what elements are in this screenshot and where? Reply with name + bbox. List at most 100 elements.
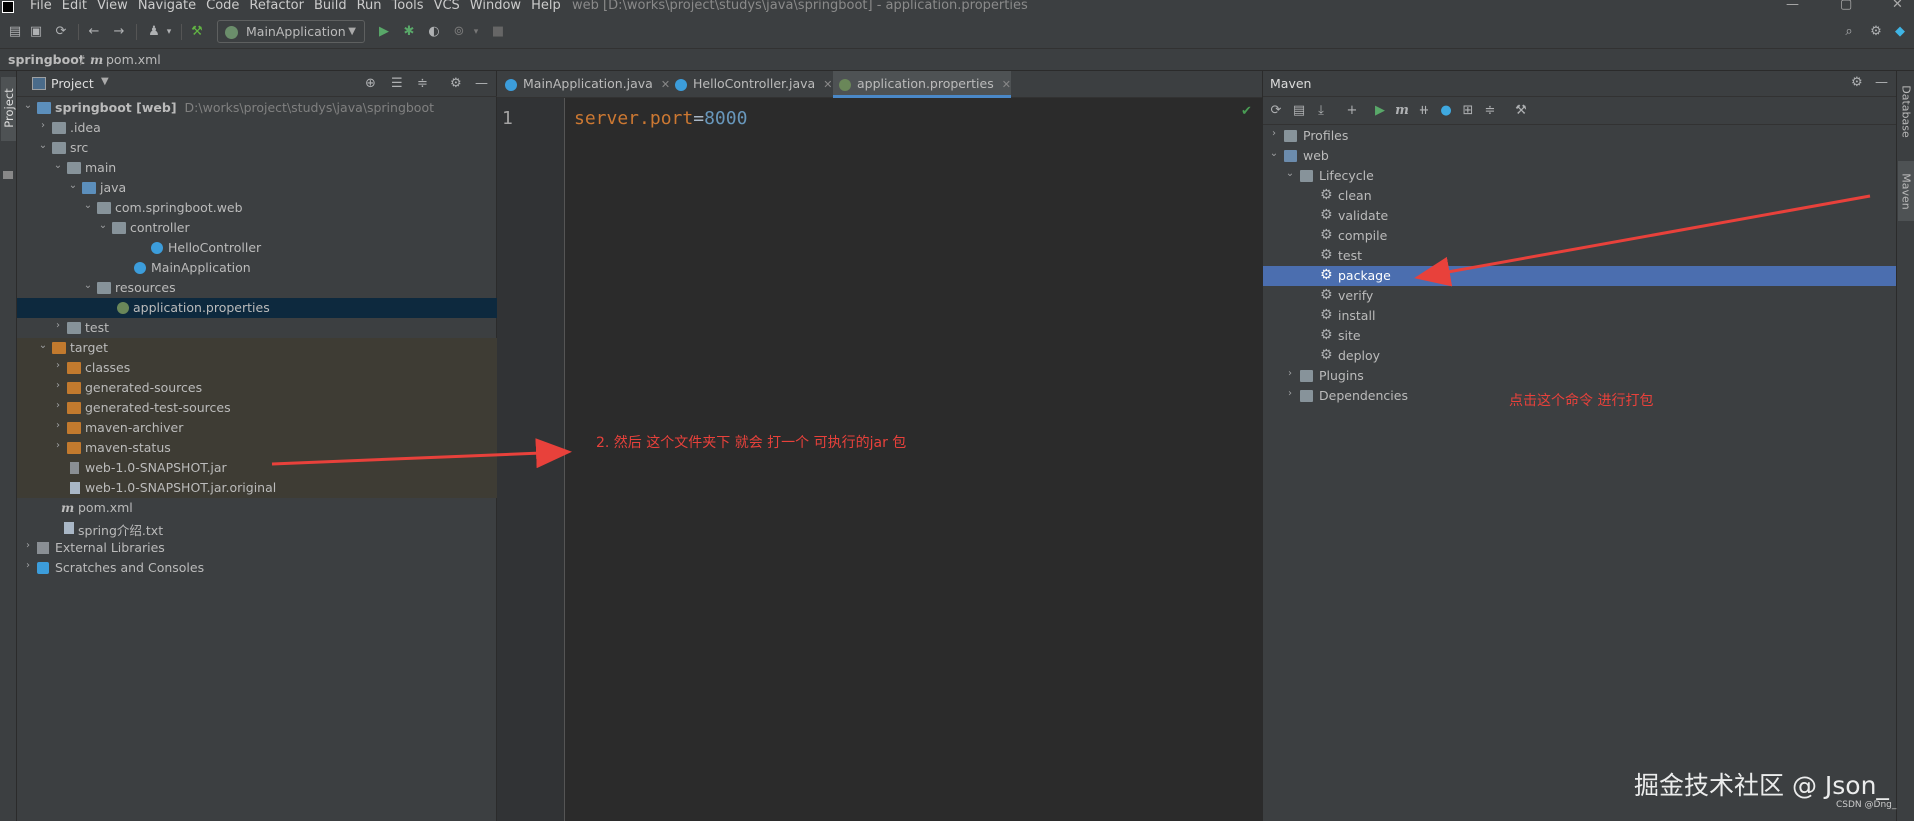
tree-item-generated-sources[interactable]: › generated-sources <box>17 378 497 398</box>
chevron-right-icon[interactable]: › <box>53 440 63 451</box>
run-config-select[interactable]: MainApplication ▼ <box>217 20 365 43</box>
chevron-down-icon[interactable]: ⌄ <box>83 280 93 291</box>
tree-item-maven-archiver[interactable]: › maven-archiver <box>17 418 497 438</box>
tree-item-jar-original[interactable]: web-1.0-SNAPSHOT.jar.original <box>17 478 497 498</box>
project-tool-tab[interactable]: Project <box>1 77 16 141</box>
tree-item-test[interactable]: › test <box>17 318 497 338</box>
gear-icon[interactable]: ⚙ <box>450 76 462 91</box>
download-icon[interactable]: ⤓ <box>1313 103 1329 119</box>
show-dependencies-icon[interactable]: ⊞ <box>1460 103 1476 119</box>
tree-item-idea[interactable]: › .idea <box>17 118 497 138</box>
maven-item-profiles[interactable]: › Profiles <box>1263 126 1897 146</box>
maximize-icon[interactable]: ▢ <box>1840 0 1852 12</box>
maven-goal-package[interactable]: ⚙ package <box>1263 266 1897 286</box>
chevron-right-icon[interactable]: › <box>53 400 63 411</box>
close-window-icon[interactable]: ✕ <box>1892 0 1903 12</box>
run-icon[interactable]: ▶ <box>376 24 392 40</box>
menu-tools[interactable]: Tools <box>392 0 424 13</box>
add-icon[interactable]: + <box>1344 103 1360 119</box>
menu-refactor[interactable]: Refactor <box>249 0 304 13</box>
maven-item-web[interactable]: ⌄ web <box>1263 146 1897 166</box>
breadcrumb-project[interactable]: springboot <box>8 52 85 67</box>
maven-goal-compile[interactable]: ⚙ compile <box>1263 226 1897 246</box>
maven-goal-validate[interactable]: ⚙ validate <box>1263 206 1897 226</box>
tab-application-properties[interactable]: application.properties ✕ <box>833 71 1011 98</box>
tree-item-package[interactable]: ⌄ com.springboot.web <box>17 198 497 218</box>
execute-goal-icon[interactable]: m <box>1394 103 1410 119</box>
tree-item-maven-status[interactable]: › maven-status <box>17 438 497 458</box>
generate-sources-icon[interactable]: ▤ <box>1291 103 1307 119</box>
chevron-down-icon[interactable]: ⌄ <box>53 160 63 171</box>
tree-item-main[interactable]: ⌄ main <box>17 158 497 178</box>
chevron-right-icon[interactable]: › <box>1285 388 1295 399</box>
chevron-right-icon[interactable]: › <box>1269 128 1279 139</box>
menu-build[interactable]: Build <box>314 0 347 13</box>
collapse-all-icon[interactable]: ≑ <box>1482 103 1498 119</box>
chevron-right-icon[interactable]: › <box>53 360 63 371</box>
maven-goal-install[interactable]: ⚙ install <box>1263 306 1897 326</box>
project-panel-title[interactable]: Project <box>51 76 94 91</box>
tab-mainapplication[interactable]: MainApplication.java ✕ <box>499 71 670 98</box>
stop-icon[interactable]: ■ <box>490 24 506 40</box>
minimize-icon[interactable]: — <box>1786 0 1799 12</box>
wrench-icon[interactable]: ⚒ <box>1513 103 1529 119</box>
user-icon[interactable]: ♟ <box>146 24 162 40</box>
chevron-down-icon[interactable]: ⌄ <box>23 100 33 111</box>
jetbrains-icon[interactable]: ◆ <box>1892 24 1908 40</box>
collapse-all-icon[interactable]: ≑ <box>417 76 428 91</box>
chevron-right-icon[interactable]: › <box>23 540 33 551</box>
maven-goal-deploy[interactable]: ⚙ deploy <box>1263 346 1897 366</box>
chevron-down-icon[interactable]: ⌄ <box>83 200 93 211</box>
close-icon[interactable]: ✕ <box>1002 78 1011 91</box>
settings-icon[interactable]: ⚙ <box>1868 24 1884 40</box>
hide-panel-icon[interactable]: — <box>1875 75 1888 90</box>
chevron-right-icon[interactable]: › <box>53 320 63 331</box>
tree-item-controller[interactable]: ⌄ controller <box>17 218 497 238</box>
structure-tool-icon[interactable] <box>3 171 13 179</box>
profile-caret-icon[interactable]: ▾ <box>468 24 484 40</box>
chevron-down-icon[interactable]: ⌄ <box>1269 148 1279 159</box>
tree-item-external-libraries[interactable]: › External Libraries <box>17 538 497 558</box>
tree-item-classes[interactable]: › classes <box>17 358 497 378</box>
gear-icon[interactable]: ⚙ <box>1851 75 1863 90</box>
menu-vcs[interactable]: VCS <box>434 0 460 13</box>
tree-item-mainapplication[interactable]: MainApplication <box>17 258 497 278</box>
tree-item-src[interactable]: ⌄ src <box>17 138 497 158</box>
forward-icon[interactable]: → <box>111 24 127 40</box>
sync-icon[interactable]: ⟳ <box>53 24 69 40</box>
chevron-right-icon[interactable]: › <box>1285 368 1295 379</box>
coverage-icon[interactable]: ◐ <box>426 24 442 40</box>
code-line[interactable]: server.port=8000 <box>574 108 747 129</box>
build-icon[interactable]: ⚒ <box>189 24 205 40</box>
hide-panel-icon[interactable]: — <box>475 76 488 91</box>
maven-goal-site[interactable]: ⚙ site <box>1263 326 1897 346</box>
reload-icon[interactable]: ⟳ <box>1268 103 1284 119</box>
menu-navigate[interactable]: Navigate <box>138 0 196 13</box>
expand-all-icon[interactable]: ☰ <box>391 76 403 91</box>
tree-item-target[interactable]: ⌄ target <box>17 338 497 358</box>
tree-item-hellocontroller[interactable]: HelloController <box>17 238 497 258</box>
run-icon[interactable]: ▶ <box>1372 103 1388 119</box>
menu-edit[interactable]: Edit <box>62 0 87 13</box>
breadcrumb-file[interactable]: pom.xml <box>106 52 161 67</box>
tree-item-pom[interactable]: m pom.xml <box>17 498 497 518</box>
database-tool-tab[interactable]: Database <box>1898 75 1914 149</box>
menu-run[interactable]: Run <box>357 0 382 13</box>
maven-goal-test[interactable]: ⚙ test <box>1263 246 1897 266</box>
chevron-down-icon[interactable]: ⌄ <box>38 140 48 151</box>
tree-item-application-properties[interactable]: application.properties <box>17 298 497 318</box>
chevron-down-icon[interactable]: ▼ <box>101 76 109 87</box>
tree-item-resources[interactable]: ⌄ resources <box>17 278 497 298</box>
chevron-right-icon[interactable]: › <box>53 420 63 431</box>
maven-item-plugins[interactable]: › Plugins <box>1263 366 1897 386</box>
maven-tool-tab[interactable]: Maven <box>1898 161 1914 221</box>
menu-code[interactable]: Code <box>206 0 239 13</box>
tree-item-spring-txt[interactable]: spring介绍.txt <box>17 518 497 538</box>
tree-item-jar[interactable]: web-1.0-SNAPSHOT.jar <box>17 458 497 478</box>
tree-item-springboot[interactable]: ⌄ springboot [web] D:\works\project\study… <box>17 98 497 118</box>
open-icon[interactable]: ▤ <box>7 24 23 40</box>
maven-item-lifecycle[interactable]: ⌄ Lifecycle <box>1263 166 1897 186</box>
maven-goal-verify[interactable]: ⚙ verify <box>1263 286 1897 306</box>
tab-hellocontroller[interactable]: HelloController.java ✕ <box>669 71 832 98</box>
save-icon[interactable]: ▣ <box>28 24 44 40</box>
